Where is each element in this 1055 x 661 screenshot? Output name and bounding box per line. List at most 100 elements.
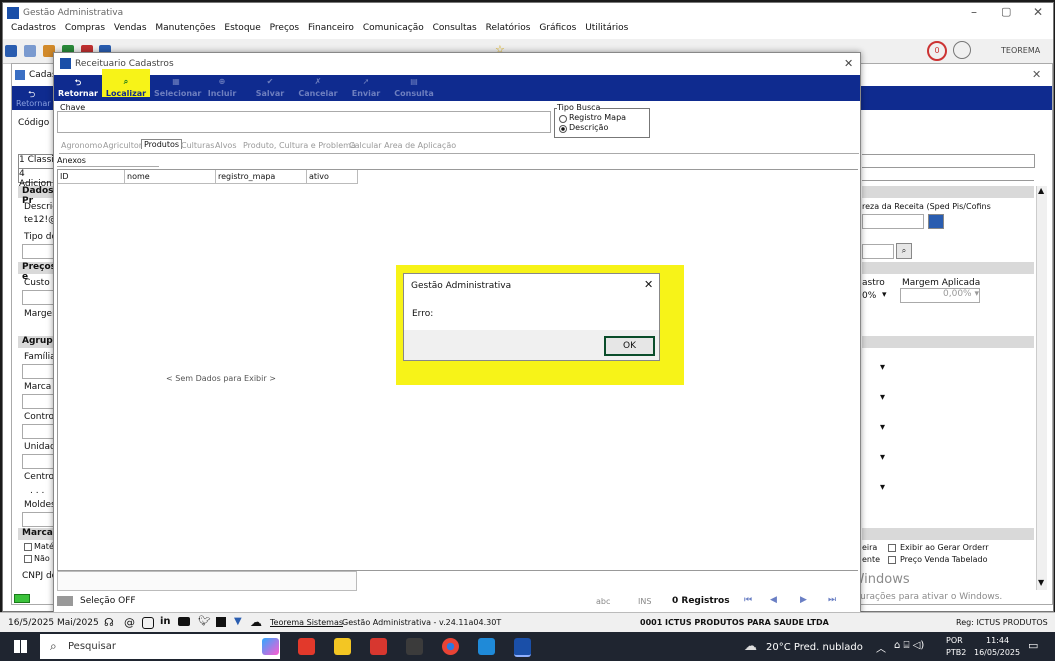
radio-registro-mapa[interactable]	[559, 115, 567, 123]
menu-relatorios[interactable]: Relatórios	[486, 23, 531, 33]
cadastro-retornar-button[interactable]: Retornar	[16, 99, 51, 108]
lang-secondary[interactable]: PTB2	[946, 648, 966, 657]
cancelar-button[interactable]: ✗ Cancelar	[296, 77, 340, 98]
moldes-field[interactable]	[22, 512, 56, 527]
chave-input[interactable]	[57, 111, 551, 133]
tab-produto-cultura-problema[interactable]: Produto, Cultura e Problema	[243, 141, 356, 150]
menu-cadastros[interactable]: Cadastros	[11, 23, 56, 33]
localizar-button[interactable]: ⌕ Localizar	[102, 69, 150, 98]
dropdown-icon-4[interactable]: ▾	[880, 452, 885, 463]
lang-primary[interactable]: POR	[946, 636, 963, 645]
menu-compras[interactable]: Compras	[65, 23, 105, 33]
tab-produtos[interactable]: Produtos	[141, 139, 183, 149]
tray-icons[interactable]: ⌂ ⌸ ◁)	[894, 640, 924, 651]
menu-comunicacao[interactable]: Comunicação	[363, 23, 424, 33]
tab-agronomo[interactable]: Agronomo	[61, 141, 102, 150]
check-mater[interactable]	[24, 543, 32, 551]
unidade-field[interactable]	[22, 454, 56, 469]
check-nao[interactable]	[24, 555, 32, 563]
search-icon[interactable]: ⌕	[896, 243, 912, 259]
menu-manutencoes[interactable]: Manutenções	[155, 23, 215, 33]
custo-field[interactable]	[22, 290, 56, 305]
familia-field[interactable]	[22, 364, 56, 379]
ok-button[interactable]: OK	[604, 336, 655, 356]
grid-col-id[interactable]: ID	[58, 170, 125, 184]
grid-col-ativo[interactable]: ativo	[307, 170, 358, 184]
chrome-icon[interactable]	[442, 638, 459, 655]
toolbar-icon-2[interactable]	[23, 45, 36, 57]
prev-record-icon[interactable]: ◀	[770, 595, 777, 605]
radio-descricao[interactable]	[559, 125, 567, 133]
notification-icon[interactable]: 0	[927, 41, 947, 61]
app-icon-red[interactable]	[298, 638, 315, 655]
restore-icon[interactable]: ▢	[1001, 5, 1011, 18]
selecionar-button[interactable]: ▦ Selecionar	[154, 77, 201, 98]
copilot-icon[interactable]	[262, 638, 279, 655]
vscode-icon[interactable]	[478, 638, 495, 655]
teorema-link[interactable]: Teorema Sistemas	[270, 618, 343, 627]
gestao-app-icon[interactable]	[514, 638, 531, 657]
app-icon-dark[interactable]	[406, 638, 423, 655]
enviar-button[interactable]: ➚ Enviar	[346, 77, 386, 98]
scroll-up-icon[interactable]: ▲	[1038, 186, 1044, 195]
close-icon[interactable]: ✕	[1033, 5, 1043, 19]
retornar-button[interactable]: ⮌ Retornar	[58, 77, 98, 98]
right-field-2[interactable]	[862, 244, 894, 259]
at-icon[interactable]: @	[124, 616, 135, 629]
modal-close-icon[interactable]: ✕	[844, 57, 853, 70]
grid-col-registro-mapa[interactable]: registro_mapa	[216, 170, 307, 184]
dropdown-icon-2[interactable]: ▾	[880, 392, 885, 403]
minimize-icon[interactable]: –	[971, 5, 977, 19]
clock-time[interactable]: 11:44	[986, 636, 1009, 645]
dropdown-icon-1[interactable]: ▾	[880, 362, 885, 373]
youtube-icon[interactable]	[178, 617, 190, 626]
cadastro-close-icon[interactable]: ✕	[1032, 68, 1041, 81]
taskbar-search[interactable]: ⌕ Pesquisar	[40, 634, 280, 659]
headset-icon[interactable]: ☊	[104, 616, 114, 629]
salvar-button[interactable]: ✔ Salvar	[250, 77, 290, 98]
tray-up-icon[interactable]: ︿	[876, 640, 886, 655]
last-record-icon[interactable]: ⏭	[828, 595, 836, 605]
tab-calcular-area[interactable]: Calcular Area de Aplicação	[349, 141, 456, 150]
clock-date[interactable]: 16/05/2025	[974, 648, 1020, 657]
margem-aplicada-field[interactable]: 0,00% ▾	[900, 288, 980, 303]
tab-agricultor[interactable]: Agricultor	[103, 141, 142, 150]
windows-start-icon[interactable]	[14, 640, 27, 653]
dropdown-icon-3[interactable]: ▾	[880, 422, 885, 433]
menu-precos[interactable]: Preços	[270, 23, 299, 33]
marca-field[interactable]	[22, 394, 56, 409]
menu-vendas[interactable]: Vendas	[114, 23, 147, 33]
toolbar-icon-1[interactable]	[5, 45, 17, 57]
menu-utilitarios[interactable]: Utilitários	[585, 23, 628, 33]
dropdown-icon-5[interactable]: ▾	[880, 482, 885, 493]
controle-field[interactable]	[22, 424, 56, 439]
twitter-icon[interactable]: 🐦︎	[198, 616, 211, 627]
tipo-field[interactable]	[22, 244, 56, 259]
file-explorer-icon[interactable]	[334, 638, 351, 655]
natureza-list-icon[interactable]	[928, 214, 944, 229]
astro-dropdown-icon[interactable]: ▾	[882, 290, 887, 300]
menu-financeiro[interactable]: Financeiro	[308, 23, 354, 33]
menu-graficos[interactable]: Gráficos	[539, 23, 576, 33]
consulta-button[interactable]: ▤ Consulta	[392, 77, 436, 98]
grid-col-nome[interactable]: nome	[125, 170, 216, 184]
filter-icon[interactable]: ▼	[234, 616, 242, 627]
tab-alvos[interactable]: Alvos	[215, 141, 237, 150]
menu-consultas[interactable]: Consultas	[433, 23, 477, 33]
natureza-field[interactable]	[862, 214, 924, 229]
cloud-link-icon[interactable]: ☁	[250, 615, 262, 629]
linkedin-icon[interactable]: in	[160, 616, 171, 627]
tab-culturas[interactable]: Culturas	[181, 141, 214, 150]
user-avatar-icon[interactable]	[953, 41, 971, 59]
anexos-tab[interactable]: Anexos	[57, 156, 159, 167]
preco-tabelado-checkbox[interactable]	[888, 556, 896, 564]
app-icon-anydesk[interactable]	[370, 638, 387, 655]
menu-estoque[interactable]: Estoque	[224, 23, 260, 33]
instagram-icon[interactable]	[142, 617, 154, 629]
scroll-down-icon[interactable]: ▼	[1038, 578, 1044, 587]
notifications-icon[interactable]: ▭	[1028, 639, 1038, 652]
next-record-icon[interactable]: ▶	[800, 595, 807, 605]
grid-hscroll[interactable]	[57, 571, 357, 591]
facebook-icon[interactable]	[216, 617, 226, 627]
dialog-close-icon[interactable]: ✕	[644, 278, 653, 291]
